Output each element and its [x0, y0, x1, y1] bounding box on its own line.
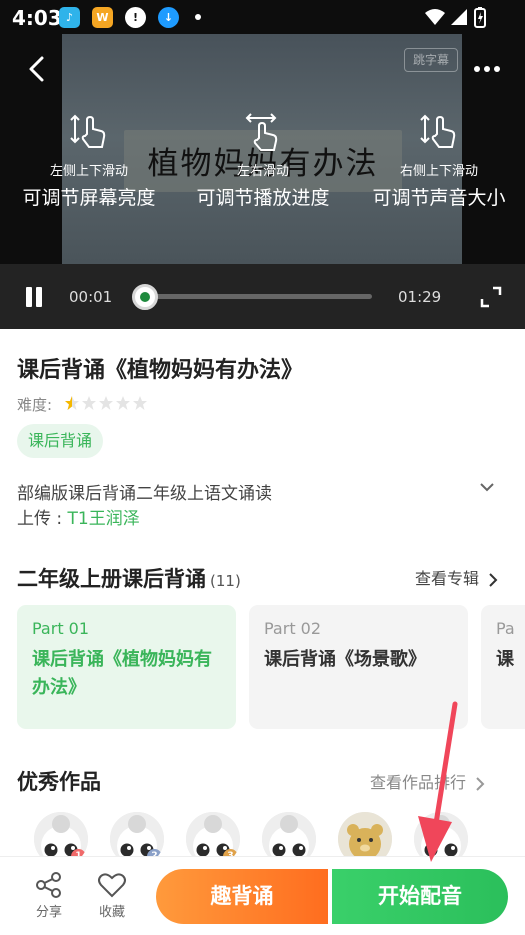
part-title: 课后背诵《植物妈妈有办法》	[32, 649, 212, 698]
app-orange-icon: W	[92, 7, 113, 28]
description: 部编版课后背诵二年级上语文诵读	[17, 484, 272, 504]
gesture-hint-progress: 左右滑动 可调节播放进度	[184, 112, 342, 210]
alert-icon: !	[125, 7, 146, 28]
album-title: 二年级上册课后背诵 (11)	[17, 563, 241, 593]
view-album-link[interactable]: 查看专辑	[415, 565, 498, 589]
gesture-big-text: 可调节播放进度	[196, 187, 330, 209]
status-time: 4:03	[12, 6, 62, 30]
swipe-vertical-icon	[70, 114, 106, 148]
part-card[interactable]: Part 02 课后背诵《场景歌》	[249, 605, 468, 729]
difficulty-stars	[64, 395, 149, 411]
view-album-label: 查看专辑	[415, 569, 480, 588]
uploader-name[interactable]: T1王润泽	[68, 509, 140, 529]
video-player[interactable]: 植物妈妈有办法 跳字幕 4:03 ♪ W ! ↓ 左侧上下滑动 可调节屏幕亮度	[0, 0, 525, 329]
download-icon: ↓	[158, 7, 179, 28]
works-ranking-link[interactable]: 查看作品排行	[370, 769, 485, 793]
works-title: 优秀作品	[17, 770, 101, 794]
gesture-small-text: 左侧上下滑动	[49, 164, 128, 179]
pause-icon[interactable]	[24, 287, 44, 307]
chevron-down-icon[interactable]	[478, 478, 496, 496]
total-time: 01:29	[398, 288, 442, 306]
star-icon	[132, 395, 148, 411]
chevron-right-icon	[489, 572, 498, 587]
current-time: 00:01	[69, 288, 113, 306]
progress-knob[interactable]	[132, 284, 158, 310]
star-icon	[64, 395, 80, 411]
category-tag[interactable]: 课后背诵	[17, 424, 104, 458]
album-title-text: 二年级上册课后背诵	[17, 567, 206, 591]
notification-dot-icon	[195, 14, 201, 20]
star-icon	[81, 395, 97, 411]
page-title: 课后背诵《植物妈妈有办法》	[17, 358, 304, 383]
gesture-hint-volume: 右侧上下滑动 可调节声音大小	[360, 112, 518, 210]
star-icon	[115, 395, 131, 411]
back-icon[interactable]	[22, 54, 52, 84]
part-number: Part 01	[32, 619, 90, 638]
status-bar: 4:03 ♪ W ! ↓	[0, 0, 525, 34]
album-count: (11)	[210, 572, 241, 590]
share-label: 分享	[35, 905, 62, 920]
gesture-small-text: 右侧上下滑动	[399, 164, 478, 179]
part-card[interactable]: Pa 课	[481, 605, 525, 729]
part-title: 课	[496, 649, 514, 670]
wifi-signal-battery-icon	[425, 7, 486, 28]
difficulty-label: 难度:	[17, 396, 53, 414]
share-button[interactable]: 分享	[27, 872, 71, 920]
part-number: Part 02	[264, 619, 322, 638]
gesture-big-text: 可调节屏幕亮度	[22, 187, 156, 209]
start-dubbing-button[interactable]: 开始配音	[332, 869, 508, 924]
works-ranking-label: 查看作品排行	[370, 773, 467, 792]
gesture-hint-brightness: 左侧上下滑动 可调节屏幕亮度	[10, 112, 168, 210]
fun-recite-button[interactable]: 趣背诵	[156, 869, 328, 924]
swipe-horizontal-icon	[245, 113, 278, 151]
qq-music-icon: ♪	[59, 7, 80, 28]
uploader: 上传 : T1王润泽	[17, 504, 140, 529]
progress-slider[interactable]	[132, 284, 372, 310]
gesture-small-text: 左右滑动	[236, 164, 289, 179]
heart-icon	[98, 873, 126, 898]
more-icon[interactable]	[470, 56, 504, 82]
fullscreen-icon[interactable]	[480, 286, 502, 308]
part-number: Pa	[496, 619, 515, 638]
swipe-vertical-icon	[420, 114, 456, 148]
uploader-label: 上传 :	[17, 509, 68, 529]
part-title: 课后背诵《场景歌》	[264, 649, 426, 670]
video-badge: 跳字幕	[404, 48, 458, 72]
part-card[interactable]: Part 01 课后背诵《植物妈妈有办法》	[17, 605, 236, 729]
favorite-button[interactable]: 收藏	[90, 872, 134, 920]
gesture-big-text: 可调节声音大小	[372, 187, 506, 209]
favorite-label: 收藏	[98, 905, 125, 920]
chevron-right-icon	[476, 776, 485, 791]
star-icon	[98, 395, 114, 411]
share-icon	[36, 872, 61, 898]
